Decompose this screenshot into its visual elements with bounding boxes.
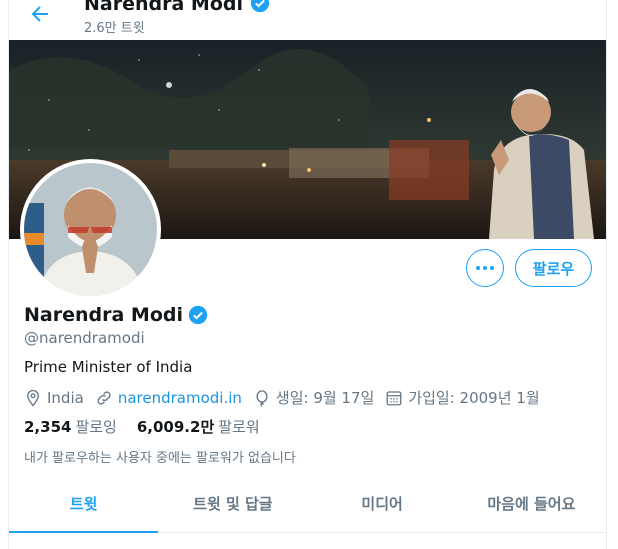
website[interactable]: narendramodi.in (95, 389, 242, 407)
verified-badge-icon (250, 0, 269, 13)
followers-you-know-note: 내가 팔로우하는 사용자 중에는 팔로워가 없습니다 (24, 451, 296, 466)
followers-stat[interactable]: 6,009.2만 팔로워 (137, 416, 260, 437)
avatar[interactable] (20, 159, 161, 300)
birthday: 생일: 9월 17일 (253, 387, 374, 408)
follow-stats: 2,354 팔로잉 6,009.2만 팔로워 (24, 416, 280, 437)
profile-bio: Prime Minister of India (24, 358, 193, 376)
tweet-count: 2.6만 트윗 (84, 21, 145, 36)
profile-meta: India narendramodi.in 생일: 9월 17일 가입일: 20… (24, 387, 551, 408)
location-pin-icon (27, 389, 39, 407)
following-stat[interactable]: 2,354 팔로잉 (24, 416, 117, 437)
tab-likes[interactable]: 마음에 들어요 (457, 478, 606, 532)
profile-tabs: 트윗 트윗 및 답글 미디어 마음에 들어요 (9, 478, 606, 533)
more-options-button[interactable] (466, 249, 504, 287)
verified-badge-icon (188, 305, 208, 325)
avatar-image (24, 163, 157, 296)
top-bar: Narendra Modi 2.6만 트윗 (8, 0, 607, 40)
header-title: Narendra Modi (84, 0, 270, 15)
website-link[interactable]: narendramodi.in (118, 389, 242, 407)
calendar-icon (386, 390, 402, 405)
tab-media[interactable]: 미디어 (308, 478, 457, 532)
balloon-icon (256, 389, 268, 407)
location: India (24, 389, 84, 407)
profile-handle: @narendramodi (24, 329, 145, 347)
profile-name: Narendra Modi (24, 304, 208, 326)
join-date: 가입일: 2009년 1월 (385, 387, 540, 408)
tab-tweets[interactable]: 트윗 (9, 478, 159, 533)
back-arrow-icon[interactable] (28, 2, 52, 26)
link-icon (97, 390, 111, 405)
tab-tweets-and-replies[interactable]: 트윗 및 답글 (158, 478, 307, 532)
follow-button[interactable]: 팔로우 (515, 249, 592, 287)
more-icon (476, 266, 494, 270)
